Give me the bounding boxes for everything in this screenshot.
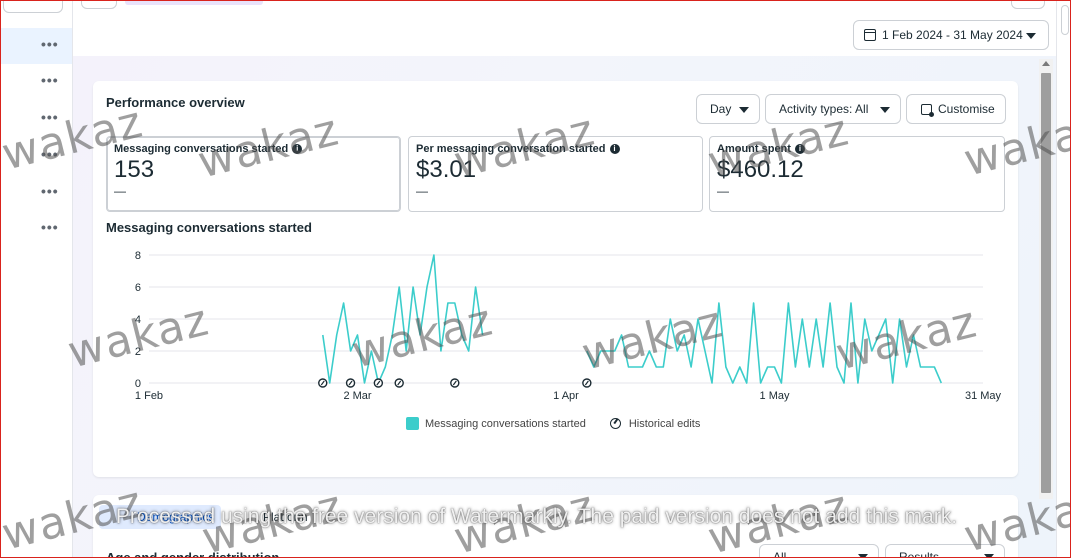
metric-delta: — [717,184,729,198]
x-tick-label: 2 Mar [343,390,371,402]
chevron-down-icon [858,554,868,557]
tab-demographics[interactable]: Demographics [99,505,221,529]
customise-label: Customise [938,102,995,116]
metric-value: 153 [114,156,155,183]
filter-label: All [773,550,787,558]
rail-row[interactable]: ••• [1,138,72,174]
outer-control[interactable] [1061,5,1069,35]
granularity-label: Day [710,102,732,116]
main-content: 1 Feb 2024 - 31 May 2024 Performance ove… [73,1,1059,558]
metric-value: $3.01 [416,156,477,183]
left-rail: ••• ••• ••• ••• ••• ••• [1,1,73,557]
line-chart[interactable]: 0 2 4 6 8 1 Feb 2 Mar 1 Apr 1 May 31 May [93,241,1018,406]
metric-dropdown[interactable]: Results [885,544,1005,558]
series-line [586,302,943,384]
chart-legend: Messaging conversations started Historic… [406,417,700,430]
x-tick-label: 1 May [760,390,790,402]
chart-title: Messaging conversations started [106,220,312,235]
info-icon[interactable]: i [292,144,303,154]
metric-label: Amount spent [717,143,791,155]
metric-delta: — [114,184,126,198]
more-options-icon[interactable]: ••• [41,110,59,124]
scroll-up-icon[interactable] [1042,61,1050,66]
top-toolbar: 1 Feb 2024 - 31 May 2024 [73,1,1059,56]
rail-row-selected[interactable]: ••• [1,28,72,64]
more-options-icon[interactable]: ••• [41,220,59,234]
granularity-dropdown[interactable]: Day [696,94,760,124]
rail-row[interactable]: ••• [1,211,72,247]
performance-overview-card: Performance overview Day Activity types:… [93,81,1018,477]
metric-card[interactable]: Amount spent i $460.12 — [709,136,1005,212]
chevron-down-icon [739,107,749,113]
y-tick-label: 4 [135,314,141,326]
x-tick-label: 31 May [965,390,1002,402]
date-range-label: 1 Feb 2024 - 31 May 2024 [882,28,1023,42]
y-tick-label: 8 [135,250,141,262]
customise-icon [921,103,934,117]
tab-label: Demographics [137,510,215,524]
more-options-icon[interactable]: ••• [41,184,59,198]
metric-label: Messaging conversations started [114,143,289,155]
chevron-down-icon [1026,33,1036,39]
info-icon[interactable]: i [794,144,805,154]
activity-types-dropdown[interactable]: Activity types: All [765,94,901,124]
date-range-picker[interactable]: 1 Feb 2024 - 31 May 2024 [853,20,1049,50]
section-title: Age and gender distribution [106,550,280,558]
chevron-down-icon [880,107,890,113]
breakdown-card: Demographics Platform Age and gender dis… [93,495,1018,558]
app-window: ••• ••• ••• ••• ••• ••• 1 Feb 2024 - 31 … [0,0,1071,558]
x-tick-label: 1 Apr [553,390,579,402]
metric-card[interactable]: Per messaging conversation started i $3.0… [408,136,703,212]
legend-edits-label: Historical edits [628,417,701,430]
metric-value: $460.12 [717,156,804,183]
rail-row[interactable]: ••• [1,175,72,211]
metric-label: Per messaging conversation started [416,143,606,155]
calendar-icon [864,29,876,41]
activity-types-label: Activity types: All [779,102,869,116]
rail-row[interactable]: ••• [1,64,72,100]
tab-platform[interactable]: Platform [263,510,308,524]
metric-delta: — [416,184,428,198]
more-options-icon[interactable]: ••• [41,37,59,51]
more-options-icon[interactable]: ••• [41,147,59,161]
rail-row[interactable]: ••• [1,101,72,137]
y-tick-label: 2 [135,346,141,358]
customise-button[interactable]: Customise [906,94,1006,124]
historical-edits-icon [609,418,621,429]
filter-label: Results [899,550,940,558]
y-tick-label: 0 [135,378,141,390]
legend-swatch [406,417,419,430]
toolbar-button[interactable] [1011,1,1045,9]
legend-series-label: Messaging conversations started [425,417,586,430]
scrollbar-thumb[interactable] [1041,73,1051,493]
more-options-icon[interactable]: ••• [41,73,59,87]
chevron-down-icon [984,554,994,557]
rail-top-control[interactable] [3,1,63,13]
metric-card[interactable]: Messaging conversations started i 153 — [106,136,401,212]
card-title: Performance overview [106,95,245,110]
scrollbar[interactable] [1039,59,1053,499]
toolbar-button[interactable] [81,1,117,9]
outer-scroll-track [1056,1,1070,557]
x-tick-label: 1 Feb [135,390,163,402]
info-icon[interactable]: i [609,144,620,154]
filter-dropdown[interactable]: All [759,544,879,558]
y-tick-label: 6 [135,282,141,294]
toolbar-tag [125,1,263,5]
